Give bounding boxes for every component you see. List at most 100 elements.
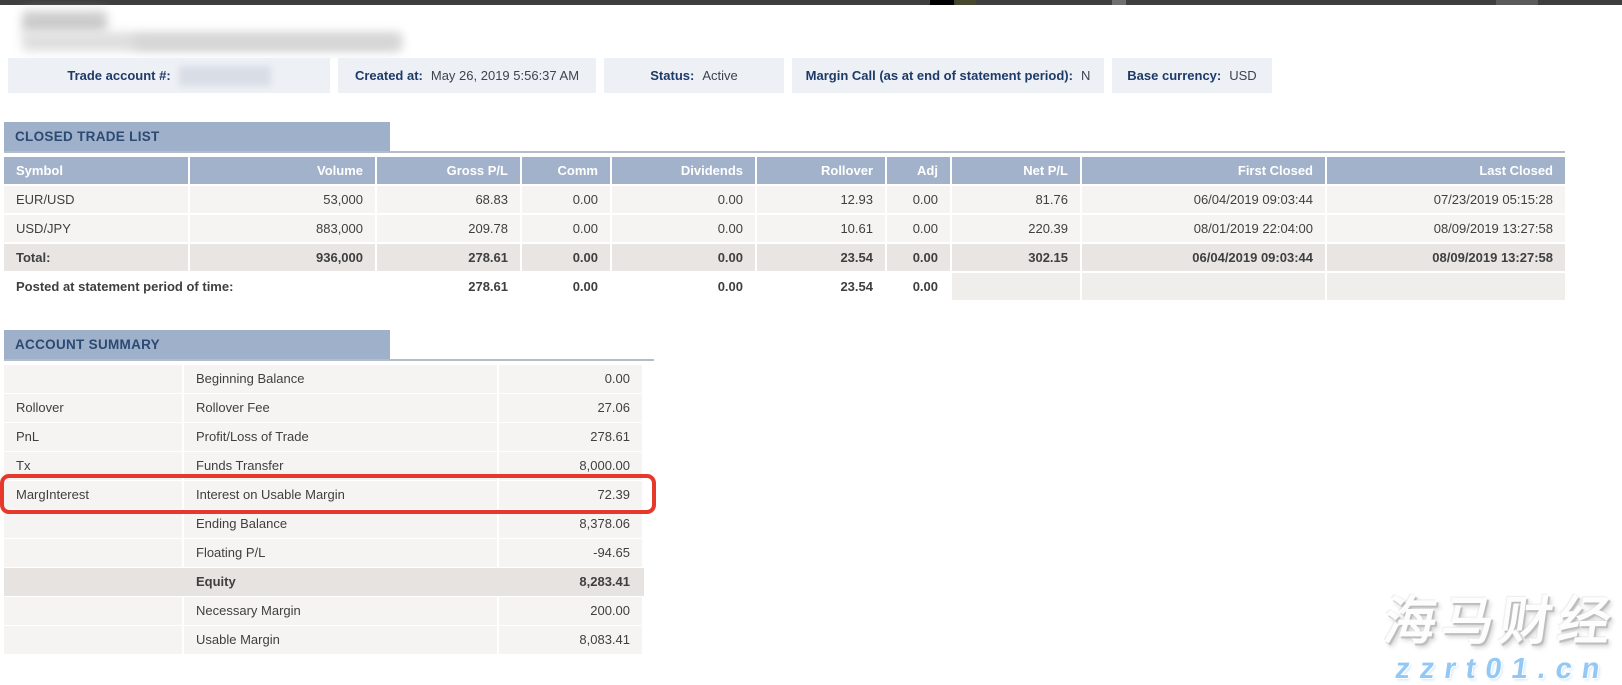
empty-cell xyxy=(1082,273,1325,300)
summary-row: TxFunds Transfer8,000.00 xyxy=(4,452,644,480)
summary-value: 72.39 xyxy=(499,481,642,509)
summary-row: Usable Margin8,083.41 xyxy=(4,626,644,654)
summary-row: Floating P/L-94.65 xyxy=(4,539,644,567)
table-cell: 0.00 xyxy=(887,215,950,242)
summary-description: Funds Transfer xyxy=(184,452,497,480)
table-cell: 0.00 xyxy=(612,244,755,271)
summary-description: Usable Margin xyxy=(184,626,497,654)
info-label: Base currency: xyxy=(1127,68,1221,83)
summary-value: 278.61 xyxy=(499,423,642,451)
empty-cell xyxy=(952,273,1080,300)
table-cell: 278.61 xyxy=(377,244,520,271)
info-label: Status: xyxy=(650,68,694,83)
info-label: Trade account #: xyxy=(67,68,170,83)
summary-row: Ending Balance8,378.06 xyxy=(4,510,644,538)
table-cell: 0.00 xyxy=(522,186,610,213)
summary-value: 8,283.41 xyxy=(499,568,642,596)
top-bar-notch xyxy=(956,0,976,5)
summary-value: 27.06 xyxy=(499,394,642,422)
summary-value: -94.65 xyxy=(499,539,642,567)
redacted-account-number xyxy=(179,66,271,86)
summary-value: 200.00 xyxy=(499,597,642,625)
column-header: Adj xyxy=(887,157,950,184)
info-segment: Trade account #: xyxy=(8,58,330,93)
table-cell: 23.54 xyxy=(757,273,885,300)
info-segment: Base currency:USD xyxy=(1112,58,1272,93)
info-segment: Created at: May 26, 2019 5:56:37 AM xyxy=(338,58,596,93)
top-bar-notch xyxy=(1112,0,1126,5)
watermark-url-text: zzrt01.cn xyxy=(1375,653,1612,685)
summary-row: Necessary Margin200.00 xyxy=(4,597,644,625)
column-header: Rollover xyxy=(757,157,885,184)
info-segment: Margin Call (as at end of statement peri… xyxy=(792,58,1104,93)
table-cell: 81.76 xyxy=(952,186,1080,213)
summary-code xyxy=(4,365,182,393)
info-segment: Status: Active xyxy=(604,58,784,93)
info-value: N xyxy=(1081,68,1090,83)
table-cell: Total: xyxy=(4,244,188,271)
table-cell: 0.00 xyxy=(612,215,755,242)
summary-description: Interest on Usable Margin xyxy=(184,481,497,509)
summary-description: Beginning Balance xyxy=(184,365,497,393)
column-header: Comm xyxy=(522,157,610,184)
empty-cell xyxy=(1327,273,1565,300)
info-value: Active xyxy=(702,68,737,83)
table-cell: 0.00 xyxy=(612,186,755,213)
summary-code xyxy=(4,568,182,596)
info-value: May 26, 2019 5:56:37 AM xyxy=(431,68,579,83)
table-cell: 10.61 xyxy=(757,215,885,242)
table-row: USD/JPY883,000209.780.000.0010.610.00220… xyxy=(4,215,1565,242)
table-cell: 0.00 xyxy=(887,273,950,300)
top-bar-notch xyxy=(1496,0,1538,5)
column-header: First Closed xyxy=(1082,157,1325,184)
total-row: Total:936,000278.610.000.0023.540.00302.… xyxy=(4,244,1565,271)
summary-value: 8,000.00 xyxy=(499,452,642,480)
posted-label: Posted at statement period of time: xyxy=(4,273,375,300)
top-window-bar xyxy=(0,0,1622,5)
summary-row: PnLProfit/Loss of Trade278.61 xyxy=(4,423,644,451)
posted-row: Posted at statement period of time:278.6… xyxy=(4,273,1565,300)
watermark: 海马财经 zzrt01.cn xyxy=(1375,591,1620,685)
summary-code: PnL xyxy=(4,423,182,451)
summary-row: Equity8,283.41 xyxy=(4,568,644,596)
table-row: EUR/USD53,00068.830.000.0012.930.0081.76… xyxy=(4,186,1565,213)
summary-code xyxy=(4,626,182,654)
table-cell: 278.61 xyxy=(377,273,520,300)
watermark-cn-text: 海马财经 xyxy=(1380,591,1621,653)
section-title-closed-trade-list: CLOSED TRADE LIST xyxy=(4,122,390,151)
summary-value: 8,083.41 xyxy=(499,626,642,654)
table-cell: 936,000 xyxy=(190,244,375,271)
redacted-blob xyxy=(22,11,107,33)
statement-page: Trade account #: Created at: May 26, 2019 … xyxy=(0,0,1622,685)
table-cell: 08/01/2019 22:04:00 xyxy=(1082,215,1325,242)
account-summary-table: Beginning Balance0.00RolloverRollover Fe… xyxy=(4,365,644,655)
summary-description: Profit/Loss of Trade xyxy=(184,423,497,451)
table-cell: 06/04/2019 09:03:44 xyxy=(1082,186,1325,213)
table-cell: 883,000 xyxy=(190,215,375,242)
table-cell: 53,000 xyxy=(190,186,375,213)
summary-description: Necessary Margin xyxy=(184,597,497,625)
table-cell: 06/04/2019 09:03:44 xyxy=(1082,244,1325,271)
table-cell: 0.00 xyxy=(522,215,610,242)
column-header: Volume xyxy=(190,157,375,184)
table-cell: 07/23/2019 05:15:28 xyxy=(1327,186,1565,213)
table-cell: 0.00 xyxy=(522,244,610,271)
summary-code: Rollover xyxy=(4,394,182,422)
table-cell: 68.83 xyxy=(377,186,520,213)
table-header-row: SymbolVolumeGross P/LCommDividendsRollov… xyxy=(4,157,1565,184)
summary-code xyxy=(4,597,182,625)
table-cell: 08/09/2019 13:27:58 xyxy=(1327,215,1565,242)
summary-description: Ending Balance xyxy=(184,510,497,538)
column-header: Net P/L xyxy=(952,157,1080,184)
summary-value: 0.00 xyxy=(499,365,642,393)
info-label: Created at: xyxy=(355,68,423,83)
summary-code: MargInterest xyxy=(4,481,182,509)
section-divider xyxy=(4,359,654,361)
table-cell: USD/JPY xyxy=(4,215,188,242)
column-header: Symbol xyxy=(4,157,188,184)
table-cell: 0.00 xyxy=(887,244,950,271)
table-cell: 209.78 xyxy=(377,215,520,242)
closed-trade-table: SymbolVolumeGross P/LCommDividendsRollov… xyxy=(4,157,1565,302)
summary-row: MargInterestInterest on Usable Margin72.… xyxy=(4,481,644,509)
summary-value: 8,378.06 xyxy=(499,510,642,538)
